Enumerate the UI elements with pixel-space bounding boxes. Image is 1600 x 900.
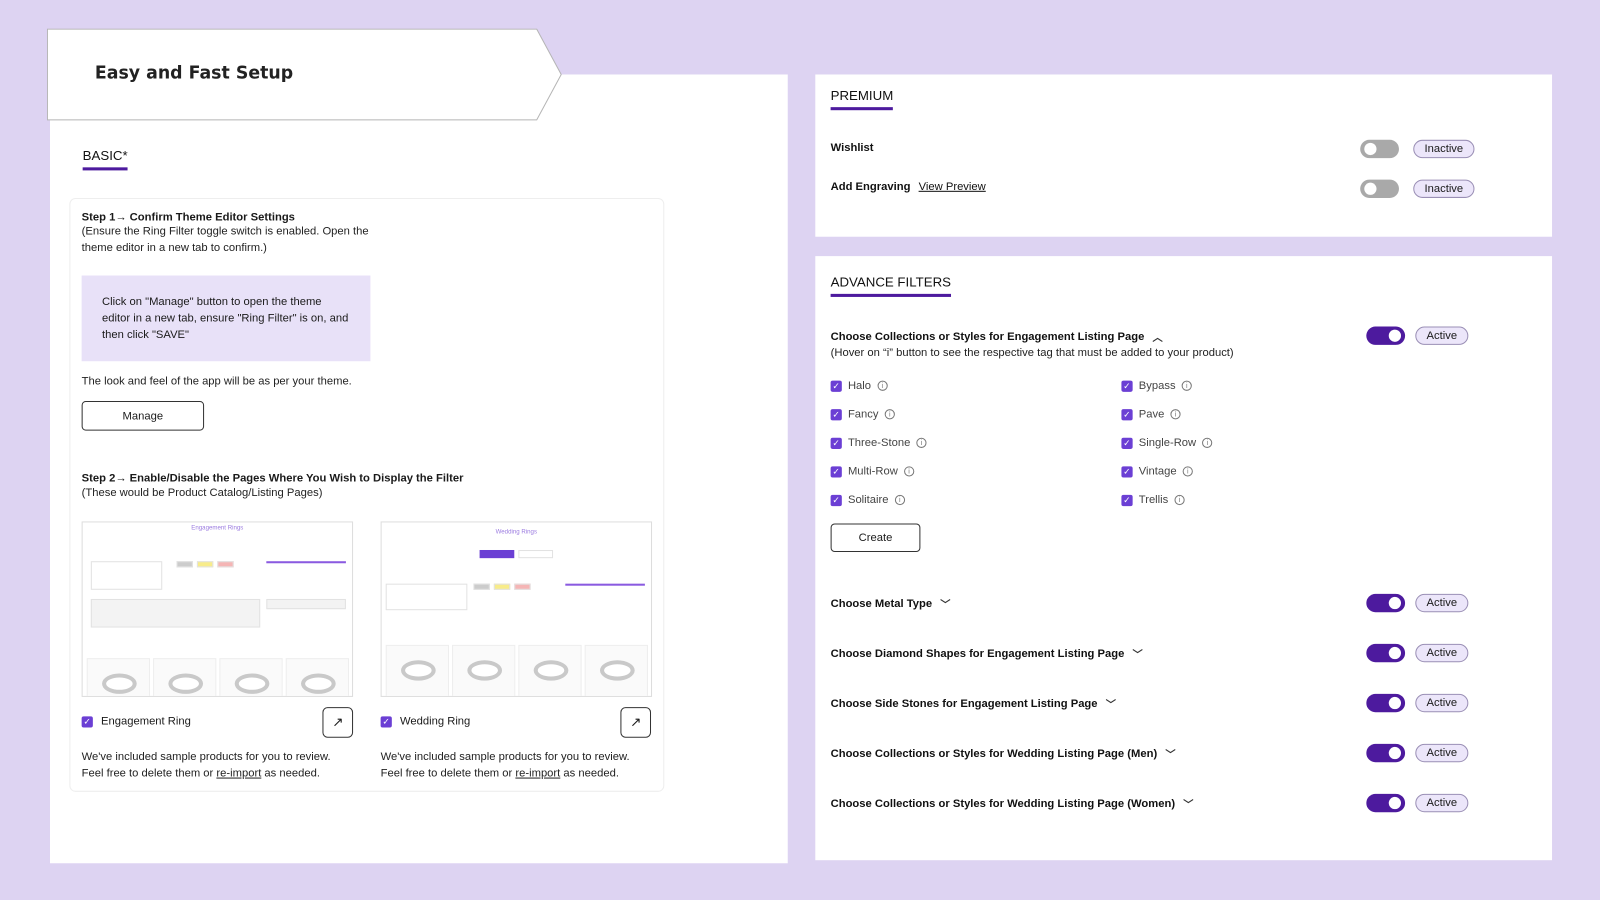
manage-button[interactable]: Manage bbox=[81, 401, 205, 431]
step1-description: (Ensure the Ring Filter toggle switch is… bbox=[81, 225, 369, 255]
status-badge: Active bbox=[1415, 326, 1469, 345]
wedding-men-toggle[interactable] bbox=[1366, 743, 1406, 763]
style-checkbox-halo[interactable]: ✓ Halo i bbox=[830, 380, 888, 392]
info-icon: i bbox=[1181, 380, 1192, 391]
setup-steps-card: Step 1→ Confirm Theme Editor Settings (E… bbox=[69, 197, 665, 792]
advance-filters-panel: ADVANCE FILTERS Choose Collections or St… bbox=[815, 256, 1553, 861]
style-checkbox-pave[interactable]: ✓ Pave i bbox=[1121, 408, 1181, 420]
external-link-icon[interactable]: ↗ bbox=[620, 707, 652, 738]
checkbox-label: Wedding Ring bbox=[399, 715, 471, 728]
metal-type-toggle[interactable] bbox=[1366, 593, 1406, 613]
info-icon: i bbox=[903, 466, 915, 477]
info-icon: i bbox=[1202, 437, 1213, 448]
theme-note: The look and feel of the app will be as … bbox=[81, 375, 352, 388]
info-icon: i bbox=[1174, 494, 1185, 506]
collections-hint: (Hover on “i” button to see the respecti… bbox=[830, 346, 1234, 360]
create-button[interactable]: Create bbox=[830, 523, 921, 553]
step1-title: Step 1→ Confirm Theme Editor Settings bbox=[81, 211, 295, 224]
step2-description: (These would be Product Catalog/Listing … bbox=[81, 486, 323, 499]
status-badge: Inactive bbox=[1413, 179, 1475, 198]
collections-toggle[interactable] bbox=[1366, 326, 1406, 345]
external-link-icon[interactable]: ↗ bbox=[322, 707, 354, 738]
status-badge: Inactive bbox=[1413, 139, 1475, 159]
info-icon: i bbox=[916, 437, 927, 448]
step1-info-box: Click on "Manage" button to open the the… bbox=[81, 275, 371, 362]
preview-title: Wedding Rings bbox=[495, 529, 538, 536]
wishlist-label: Wishlist bbox=[830, 141, 874, 155]
info-icon: i bbox=[1170, 409, 1181, 420]
step2-title: Step 2→ Enable/Disable the Pages Where Y… bbox=[81, 472, 464, 485]
chevron-down-icon: ﹀ bbox=[1105, 699, 1116, 712]
add-engraving-toggle[interactable] bbox=[1360, 179, 1399, 198]
view-preview-link[interactable]: View Preview bbox=[919, 181, 986, 193]
page-title: Easy and Fast Setup bbox=[94, 63, 294, 84]
diamond-shapes-toggle[interactable] bbox=[1366, 643, 1406, 663]
status-badge: Active bbox=[1415, 643, 1469, 663]
preview-title: Engagement Rings bbox=[191, 525, 244, 532]
engagement-ring-checkbox[interactable]: ✓ Engagement Ring bbox=[81, 715, 191, 728]
diamond-shapes-accordion[interactable]: Choose Diamond Shapes for Engagement Lis… bbox=[831, 646, 1143, 661]
style-checkbox-fancy[interactable]: ✓ Fancy i bbox=[830, 408, 895, 420]
premium-panel: PREMIUM Wishlist Inactive Add Engraving V… bbox=[815, 74, 1553, 237]
wedding-ring-checkbox[interactable]: ✓ Wedding Ring bbox=[380, 715, 471, 728]
status-badge: Active bbox=[1415, 693, 1469, 713]
style-checkbox-solitaire[interactable]: ✓ Solitaire i bbox=[830, 494, 905, 506]
chevron-down-icon: ﹀ bbox=[1165, 749, 1176, 762]
side-stones-toggle[interactable] bbox=[1366, 693, 1406, 713]
wishlist-toggle[interactable] bbox=[1360, 139, 1399, 159]
wedding-women-accordion[interactable]: Choose Collections or Styles for Wedding… bbox=[831, 796, 1194, 811]
style-checkbox-multi-row[interactable]: ✓ Multi-Row i bbox=[830, 465, 915, 478]
status-badge: Active bbox=[1415, 793, 1469, 813]
tab-advance-filters[interactable]: ADVANCE FILTERS bbox=[830, 274, 951, 297]
style-checkbox-trellis[interactable]: ✓ Trellis i bbox=[1121, 494, 1185, 506]
chevron-up-icon[interactable]: ︿ bbox=[1152, 329, 1162, 344]
sample-products-note: We've included sample products for you t… bbox=[380, 751, 630, 780]
tab-basic[interactable]: BASIC* bbox=[82, 148, 128, 171]
header-banner: Easy and Fast Setup bbox=[46, 28, 562, 121]
sample-products-note: We've included sample products for you t… bbox=[81, 751, 331, 780]
checkbox-checked-icon[interactable]: ✓ bbox=[380, 715, 392, 728]
metal-type-accordion[interactable]: Choose Metal Type ﹀ bbox=[831, 596, 951, 611]
style-checkbox-vintage[interactable]: ✓ Vintage i bbox=[1121, 465, 1193, 478]
chevron-down-icon: ﹀ bbox=[1132, 649, 1143, 662]
checkbox-checked-icon[interactable]: ✓ bbox=[81, 715, 93, 728]
wedding-men-accordion[interactable]: Choose Collections or Styles for Wedding… bbox=[831, 746, 1176, 761]
checkbox-label: Engagement Ring bbox=[101, 715, 191, 728]
add-engraving-label: Add Engraving View Preview bbox=[830, 180, 986, 193]
info-icon: i bbox=[894, 494, 905, 506]
style-checkbox-three-stone[interactable]: ✓ Three-Stone i bbox=[830, 437, 927, 449]
tab-premium[interactable]: PREMIUM bbox=[830, 88, 894, 111]
info-icon: i bbox=[877, 380, 888, 391]
collections-accordion-header[interactable]: Choose Collections or Styles for Engagem… bbox=[831, 329, 1163, 344]
info-icon: i bbox=[1182, 466, 1193, 477]
engagement-ring-preview: Engagement Rings bbox=[81, 521, 354, 697]
style-checkbox-single-row[interactable]: ✓ Single-Row i bbox=[1121, 437, 1213, 449]
wedding-ring-preview: Wedding Rings bbox=[380, 521, 653, 697]
status-badge: Active bbox=[1415, 743, 1469, 763]
wedding-women-toggle[interactable] bbox=[1366, 793, 1406, 813]
info-icon: i bbox=[884, 409, 895, 420]
reimport-link[interactable]: re-import bbox=[515, 767, 560, 779]
chevron-down-icon: ﹀ bbox=[940, 599, 951, 612]
status-badge: Active bbox=[1415, 593, 1469, 613]
reimport-link[interactable]: re-import bbox=[216, 767, 261, 779]
style-checkbox-bypass[interactable]: ✓ Bypass i bbox=[1121, 380, 1192, 392]
side-stones-accordion[interactable]: Choose Side Stones for Engagement Listin… bbox=[831, 696, 1116, 711]
chevron-down-icon: ﹀ bbox=[1183, 799, 1194, 812]
